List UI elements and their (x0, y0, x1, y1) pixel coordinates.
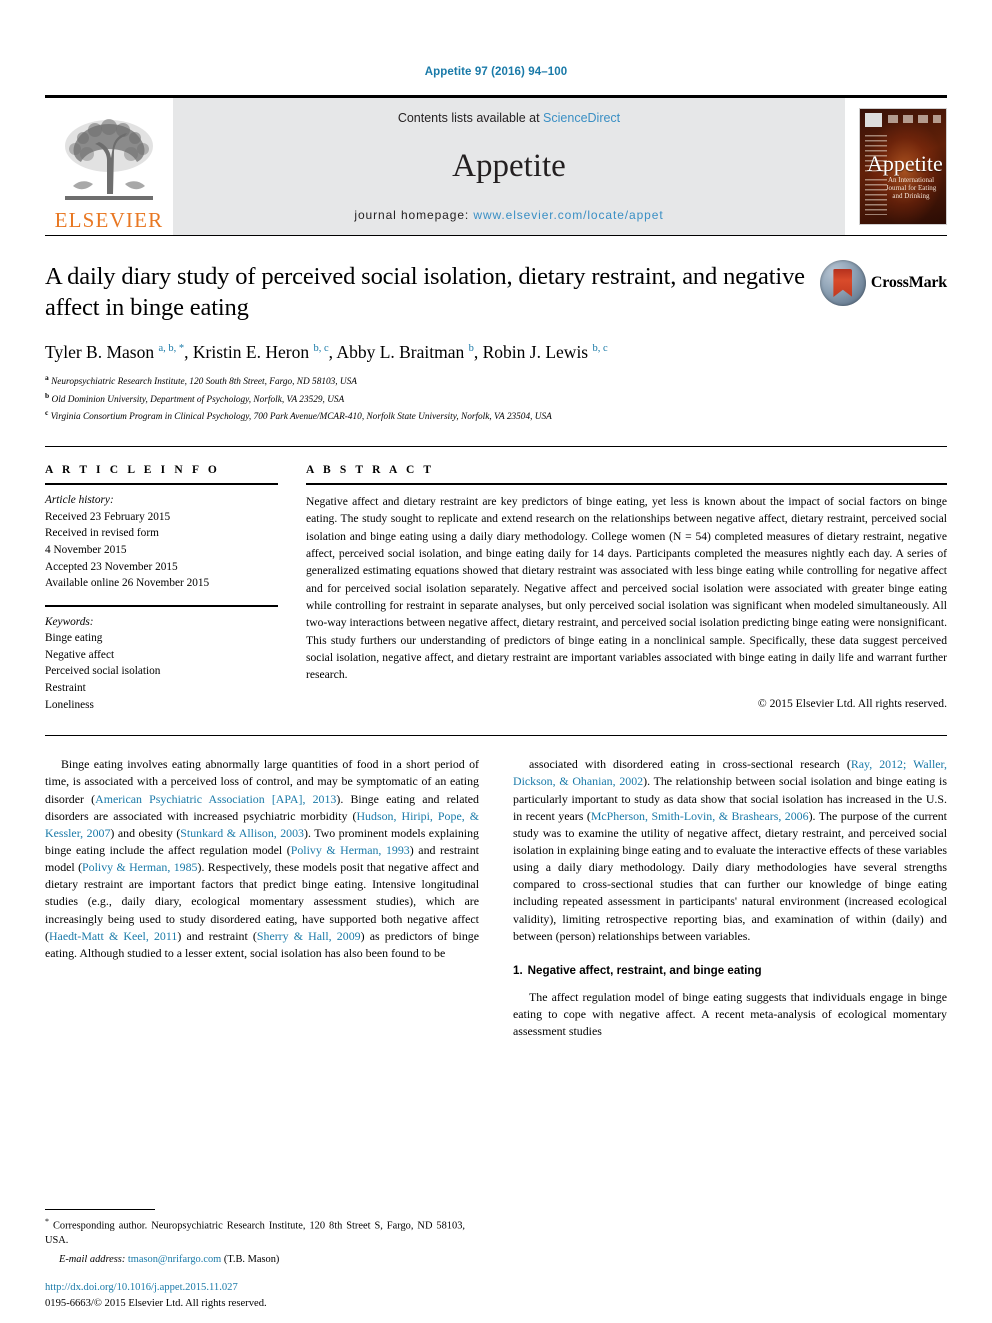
section-heading: 1. Negative affect, restraint, and binge … (513, 964, 947, 977)
history-item: Received 23 February 2015 (45, 510, 171, 523)
footnote-block: * Corresponding author. Neuropsychiatric… (45, 1208, 465, 1268)
corresponding-author-note: * Corresponding author. Neuropsychiatric… (45, 1216, 465, 1246)
homepage-prefix: journal homepage: (354, 208, 474, 222)
abstract-copyright: © 2015 Elsevier Ltd. All rights reserved… (757, 696, 947, 710)
article-history-label: Article history: (45, 494, 114, 507)
keyword-item: Binge eating (45, 632, 103, 645)
article-info-heading: A R T I C L E I N F O (45, 464, 220, 477)
abstract-text: Negative affect and dietary restraint ar… (306, 495, 947, 682)
affiliation-text: Old Dominion University, Department of P… (51, 394, 345, 405)
history-item: Available online 26 November 2015 (45, 577, 210, 590)
journal-homepage-line: journal homepage: www.elsevier.com/locat… (354, 208, 663, 222)
affiliation-mark: a (45, 373, 49, 383)
affiliation-item: a Neuropsychiatric Research Institute, 1… (45, 372, 947, 389)
body-column-left: Binge eating involves eating abnormally … (45, 756, 479, 1040)
doi-link[interactable]: http://dx.doi.org/10.1016/j.appet.2015.1… (45, 1280, 267, 1295)
publisher-logo: ELSEVIER (45, 98, 173, 235)
author-list: Tyler B. Mason a, b, *, Kristin E. Heron… (45, 341, 608, 362)
journal-homepage-link[interactable]: www.elsevier.com/locate/appet (473, 208, 663, 222)
abstract-heading: A B S T R A C T (306, 464, 435, 477)
crossmark-circle-icon (819, 260, 866, 306)
cover-title: Appetite (867, 151, 943, 176)
affiliation-mark: c (45, 407, 49, 417)
crossmark-badge[interactable]: CrossMark (819, 260, 947, 306)
journal-cover-container: Appetite An International Journal for Ea… (845, 98, 947, 235)
keywords-block: Keywords: Binge eating Negative affect P… (45, 607, 278, 714)
cover-header-lines (888, 115, 941, 123)
body-column-right: associated with disordered eating in cro… (513, 756, 947, 1040)
elsevier-wordmark: ELSEVIER (54, 208, 164, 232)
article-info-column: A R T I C L E I N F O Article history: R… (45, 464, 278, 713)
article-history-block: Article history: Received 23 February 20… (45, 485, 278, 592)
cover-logo-box (865, 113, 882, 127)
section-number: 1. (513, 963, 523, 977)
keyword-item: Negative affect (45, 648, 115, 661)
journal-title: Appetite (452, 148, 566, 184)
cover-subtitle: An International Journal for Eating and … (885, 176, 937, 201)
body-paragraph: The affect regulation model of binge eat… (513, 989, 947, 1039)
affiliation-mark: b (45, 390, 50, 400)
affiliation-list: a Neuropsychiatric Research Institute, 1… (45, 372, 947, 424)
keyword-item: Perceived social isolation (45, 665, 161, 678)
section-title: Negative affect, restraint, and binge ea… (527, 963, 762, 977)
history-item: 4 November 2015 (45, 543, 127, 556)
journal-banner: ELSEVIER Contents lists available at Sci… (45, 95, 947, 235)
contents-prefix: Contents lists available at (397, 111, 544, 125)
journal-article-page: Appetite 97 (2016) 94–100 ELSEVIER Conte… (0, 0, 992, 1323)
body-separator-rule (45, 735, 947, 737)
sciencedirect-link[interactable]: ScienceDirect (543, 111, 620, 125)
crossmark-label: CrossMark (870, 274, 947, 291)
running-head: Appetite 97 (2016) 94–100 (424, 66, 568, 78)
affiliation-item: c Virginia Consortium Program in Clinica… (45, 407, 947, 424)
journal-cover-thumbnail: Appetite An International Journal for Ea… (859, 108, 947, 225)
crossmark-bookmark-icon (833, 269, 853, 297)
title-block: CrossMark A daily diary study of perceiv… (45, 236, 947, 424)
body-paragraph: Binge eating involves eating abnormally … (45, 757, 480, 960)
footnote-rule (45, 1208, 155, 1210)
keyword-item: Restraint (45, 682, 86, 695)
contents-available-line: Contents lists available at ScienceDirec… (398, 111, 620, 125)
issn-copyright-line: 0195-6663/© 2015 Elsevier Ltd. All right… (45, 1297, 267, 1309)
email-owner: (T.B. Mason) (223, 1254, 280, 1266)
body-columns: Binge eating involves eating abnormally … (45, 756, 947, 1040)
body-paragraph: associated with disordered eating in cro… (513, 757, 947, 943)
affiliation-text: Virginia Consortium Program in Clinical … (50, 412, 552, 422)
history-item: Accepted 23 November 2015 (45, 560, 178, 573)
email-note: E-mail address: tmason@nrifargo.com (T.B… (45, 1253, 465, 1268)
email-link[interactable]: tmason@nrifargo.com (128, 1254, 221, 1265)
page-title: A daily diary study of perceived social … (45, 263, 805, 321)
affiliation-item: b Old Dominion University, Department of… (45, 390, 947, 407)
keywords-label: Keywords: (45, 615, 94, 628)
abstract-column: A B S T R A C T Negative affect and diet… (306, 464, 947, 713)
journal-banner-center: Contents lists available at ScienceDirec… (173, 98, 845, 235)
affiliation-text: Neuropsychiatric Research Institute, 120… (51, 377, 357, 388)
footer-doi-block: http://dx.doi.org/10.1016/j.appet.2015.1… (45, 1280, 267, 1311)
keyword-item: Loneliness (45, 698, 94, 711)
history-item: Received in revised form (45, 527, 159, 540)
email-label: E-mail address: (59, 1254, 126, 1266)
info-abstract-region: A R T I C L E I N F O Article history: R… (45, 446, 947, 713)
elsevier-tree-icon (65, 119, 153, 200)
